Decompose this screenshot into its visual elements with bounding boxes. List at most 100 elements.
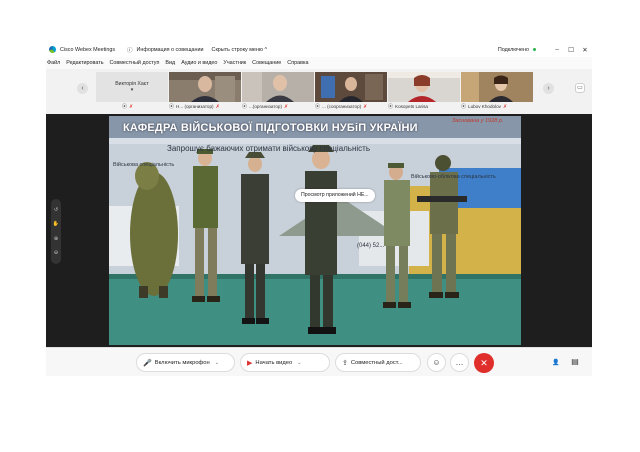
participant-4-caption: ⦿ Kosopets Larisa	[388, 103, 460, 110]
title-bar: Cisco Webex Meetings ⓘ Информация о сове…	[46, 42, 592, 57]
shared-video: КАФЕДРА ВІЙСЬКОВОЇ ПІДГОТОВКИ НУБіП УКРА…	[109, 116, 521, 345]
participant-video-2	[242, 72, 314, 102]
camera-icon: ⦿	[242, 104, 248, 110]
mic-muted-icon: ✗	[283, 103, 289, 110]
hide-menu-bar-label: Скрыть строку меню	[211, 46, 263, 53]
participant-3-image	[315, 72, 387, 102]
participant-5-caption: ⦿ Lubov Khodolov ✗	[461, 103, 533, 111]
poster-side-text-1: Військова спеціальність	[113, 162, 175, 168]
camera-icon: ⦿	[315, 104, 321, 110]
start-video-label: Начать видео	[255, 359, 293, 366]
participants-panel-button[interactable]: 👤	[549, 355, 563, 369]
chevron-down-icon[interactable]: ⌄	[297, 360, 301, 366]
meeting-info-link[interactable]: Информация о совещании	[137, 47, 204, 53]
participant-video-4	[388, 72, 460, 102]
menu-participant[interactable]: Участник	[223, 60, 246, 66]
info-icon[interactable]: ⓘ	[127, 46, 133, 54]
camera-icon: ⦿	[122, 104, 128, 110]
participant-2-name: ...(организатор)	[249, 104, 282, 109]
share-label: Совместный дост...	[350, 359, 403, 366]
participant-3-name: ... (соорганизатор)	[322, 104, 362, 109]
participant-1-image	[169, 72, 241, 102]
annotation-toolbar: ↺ ✋ ⊕ ⊖	[51, 199, 61, 264]
participant-1-name: Н... (организатор)	[176, 104, 214, 109]
participant-4-image	[388, 72, 460, 102]
strip-prev-button[interactable]: ‹	[77, 83, 88, 94]
participant-tile-1[interactable]: ⦿ Н... (организатор) ✗	[169, 72, 241, 110]
hand-tool-icon[interactable]: ✋	[53, 221, 59, 227]
participant-tile-host[interactable]: Викторія Хаєт ▾ ⦿ ✗	[96, 72, 168, 110]
zoom-in-icon[interactable]: ⊕	[54, 236, 58, 242]
connection-status: Подключено	[497, 46, 529, 53]
menu-edit[interactable]: Редактировать	[66, 60, 103, 66]
participants-icon: 👤	[552, 360, 560, 366]
participant-tile-5[interactable]: ⦿ Lubov Khodolov ✗	[461, 72, 533, 110]
mic-muted-icon: ✗	[215, 103, 220, 110]
webex-logo-icon	[49, 46, 56, 53]
zoom-out-icon[interactable]: ⊖	[54, 250, 58, 256]
mic-muted-icon: ✗	[129, 103, 134, 110]
participant-video-1	[169, 72, 241, 102]
menu-meeting[interactable]: Совещание	[252, 60, 281, 66]
share-icon: ⇪	[342, 359, 348, 367]
close-window-button[interactable]: ✕	[578, 46, 592, 54]
hide-menu-bar-link[interactable]: Скрыть строку меню ^	[212, 47, 267, 53]
poster-side-text-2: Військово-облікова спеціальність	[411, 174, 496, 180]
participant-video-5	[461, 72, 533, 102]
poster-founded: Заснована у 1928 р.	[452, 118, 504, 124]
camera-icon: ⦿	[169, 104, 175, 110]
camera-icon: ⦿	[388, 104, 394, 110]
menu-help[interactable]: Справка	[287, 60, 308, 66]
strip-next-button[interactable]: ›	[543, 83, 554, 94]
chat-panel-button[interactable]: ▤	[568, 355, 582, 369]
control-bar: 🎤 Включить микрофон ⌄ ▶ Начать видео ⌄ ⇪…	[46, 347, 592, 376]
participant-tile-3[interactable]: ⦿ ... (соорганизатор) ✗	[315, 72, 387, 110]
participant-strip: ‹ Викторія Хаєт ▾ ⦿ ✗ ⦿ Н... (организато…	[46, 69, 592, 114]
mic-muted-icon: ✗	[363, 103, 368, 110]
poster-phone: (044) 52...	[357, 243, 385, 249]
participant-3-caption: ⦿ ... (соорганизатор) ✗	[315, 103, 387, 111]
end-meeting-button[interactable]: ✕	[474, 353, 494, 373]
camera-icon: ⦿	[461, 104, 467, 110]
chevron-down-icon[interactable]: ⌄	[215, 360, 219, 366]
participant-tile-2[interactable]: ⦿ ...(организатор) ✗	[242, 72, 314, 110]
connection-status-dot	[533, 48, 536, 51]
participant-5-name: Lubov Khodolov	[468, 104, 501, 109]
mic-muted-icon: 🎤	[143, 359, 152, 367]
rotate-icon[interactable]: ↺	[54, 207, 58, 213]
participant-video-3	[315, 72, 387, 102]
participant-2-image	[242, 72, 314, 102]
more-options-button[interactable]: …	[450, 353, 469, 372]
unmute-label: Включить микрофон	[154, 359, 210, 366]
participant-5-image	[461, 72, 533, 102]
host-menu-icon: ▾	[130, 87, 134, 93]
host-name-plate: Викторія Хаєт ▾	[96, 72, 168, 102]
webex-window: Cisco Webex Meetings ⓘ Информация о сове…	[46, 42, 592, 376]
menu-share[interactable]: Совместный доступ	[110, 60, 160, 66]
app-title: Cisco Webex Meetings	[60, 46, 116, 53]
participant-tile-4[interactable]: ⦿ Kosopets Larisa	[388, 72, 460, 110]
menu-bar: Файл Редактировать Совместный доступ Вид…	[46, 57, 592, 69]
participant-4-name: Kosopets Larisa	[395, 104, 428, 109]
start-video-button[interactable]: ▶ Начать видео ⌄	[240, 353, 330, 372]
window-controls: Подключено – ☐ ✕	[498, 42, 592, 57]
layout-settings-icon[interactable]: ▭	[575, 83, 585, 93]
poster-subline: Запрошує бажаючих отримати військову спе…	[167, 144, 371, 153]
chat-icon: ▤	[571, 357, 579, 366]
host-caption: ⦿ ✗	[96, 103, 168, 111]
mic-muted-icon: ✗	[502, 103, 508, 110]
share-button[interactable]: ⇪ Совместный дост...	[335, 353, 421, 372]
unmute-button[interactable]: 🎤 Включить микрофон ⌄	[136, 353, 235, 372]
main-stage: ↺ ✋ ⊕ ⊖ КАФЕДРА ВІЙСЬКОВОЇ ПІДГОТОВКИ НУ…	[46, 114, 592, 347]
chevron-up-icon: ^	[264, 46, 267, 53]
participant-2-caption: ⦿ ...(организатор) ✗	[242, 103, 314, 111]
menu-file[interactable]: Файл	[47, 60, 60, 66]
minimize-button[interactable]: –	[550, 46, 564, 53]
menu-view[interactable]: Вид	[165, 60, 175, 66]
participant-1-caption: ⦿ Н... (организатор) ✗	[169, 103, 241, 111]
maximize-button[interactable]: ☐	[564, 46, 578, 54]
shared-app-banner[interactable]: Просмотр приложений НЕ...	[295, 189, 375, 202]
camera-off-icon: ▶	[247, 359, 253, 367]
reactions-button[interactable]: ☺	[427, 353, 446, 372]
menu-audio-video[interactable]: Аудио и видео	[181, 60, 217, 66]
